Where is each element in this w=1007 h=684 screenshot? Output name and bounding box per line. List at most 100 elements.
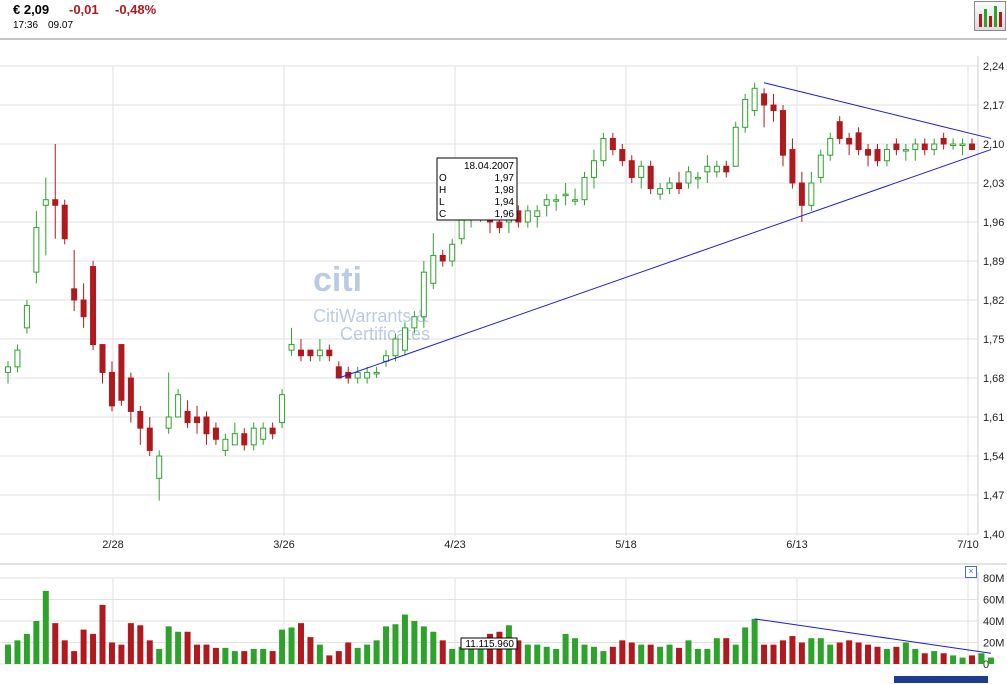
volume-bar (789, 636, 796, 664)
bar-chart-icon[interactable] (974, 1, 1006, 31)
volume-bar (600, 651, 607, 664)
volume-bar (562, 633, 569, 664)
volume-bar (175, 631, 182, 664)
quote-date: 09.07 (48, 20, 74, 31)
candle (364, 366, 371, 384)
volume-bar (316, 644, 323, 664)
quote-header: € 2,09 -0,01 -0,48% 17:36 09.07 (0, 0, 1007, 38)
candle-body (865, 149, 872, 156)
candle-body (553, 199, 560, 202)
candle (581, 171, 588, 206)
volume-bar (297, 623, 304, 664)
volume-bar (108, 642, 115, 664)
candle-body (874, 149, 881, 162)
candle (42, 177, 49, 256)
volume-bar (439, 640, 446, 664)
candle-body (146, 427, 153, 451)
candle-body (175, 394, 182, 418)
candle (184, 400, 191, 429)
volume-tooltip-value: 11.115.960 (465, 639, 514, 650)
candle-body (430, 254, 437, 284)
volume-tick-label: 20M (983, 638, 1004, 650)
volume-bar (751, 618, 758, 664)
candle-body (931, 143, 938, 151)
quote-time: 17:36 (13, 20, 39, 31)
volume-bar (855, 642, 862, 664)
volume-bar (779, 640, 786, 664)
volume-bar (23, 633, 30, 664)
volume-bar (534, 644, 541, 664)
candle (90, 261, 97, 351)
candle-body (23, 305, 30, 329)
candle-body (14, 349, 21, 368)
close-icon[interactable]: × (965, 566, 977, 578)
candle-body (127, 377, 134, 412)
volume-bar (846, 640, 853, 664)
candle (638, 160, 645, 189)
candle-body (883, 149, 890, 162)
candle-body (694, 176, 701, 180)
price-tick-label: 1,96 (983, 217, 1004, 229)
volume-chart[interactable]: 80M60M40M20M011.115.960 (0, 562, 1007, 684)
candle (950, 138, 957, 150)
price-tick-label: 2,10 (983, 139, 1004, 151)
volume-bar (609, 646, 616, 664)
candle (14, 344, 21, 373)
candle (534, 205, 541, 228)
candle-body (969, 143, 975, 151)
price-chart[interactable]: 2,24 2,17 2,10 2,03 1,96 1,89 1,82 1,75 1,68 1,61… (0, 40, 1007, 560)
price-change-percent: -0,48% (115, 2, 157, 17)
candle (61, 199, 68, 245)
candle (326, 344, 333, 362)
tooltip-value: 1,94 (495, 197, 515, 208)
volume-bar (430, 631, 437, 664)
volume-bar (373, 640, 380, 664)
candle (175, 389, 182, 418)
price-change: -0,01 (69, 2, 99, 17)
candle-body (940, 137, 947, 145)
candle (373, 366, 380, 378)
volume-bar (194, 644, 201, 664)
tooltip-label: L (439, 197, 445, 208)
volume-bar (184, 631, 191, 664)
candle-body (789, 149, 796, 184)
volume-bar (364, 644, 371, 664)
tooltip-value: 1,98 (495, 185, 515, 196)
candle-body (855, 132, 862, 151)
candle-body (61, 204, 68, 240)
candle-body (99, 344, 106, 373)
volume-bar (940, 653, 947, 664)
price-tick-label: 1,47 (983, 490, 1004, 502)
candle-body (165, 416, 172, 429)
volume-bar (761, 644, 768, 664)
volume-bar (619, 640, 626, 664)
candle (439, 249, 446, 267)
candle (562, 183, 569, 206)
candle (279, 389, 286, 429)
candle-body (619, 149, 626, 162)
candle (108, 361, 115, 412)
scroll-bar[interactable] (894, 676, 988, 683)
candle (260, 422, 267, 445)
volume-bar (969, 655, 975, 664)
volume-bar (912, 648, 919, 664)
volume-bar (127, 623, 134, 664)
date-tick-label: 3/26 (273, 539, 294, 551)
tooltip-label: O (439, 173, 447, 184)
tooltip-value: 1,96 (495, 209, 515, 220)
candle (288, 327, 295, 356)
volume-bar (572, 638, 579, 664)
candle (127, 372, 134, 423)
candle (354, 366, 361, 384)
candle-body (326, 349, 333, 357)
candle (713, 160, 720, 178)
candle (297, 339, 304, 362)
date-tick-label: 4/23 (444, 539, 465, 551)
candle (657, 183, 664, 200)
candle (307, 349, 314, 362)
volume-bar (524, 644, 531, 664)
candle (846, 132, 853, 156)
candle-body (732, 126, 739, 167)
volume-bar (827, 644, 834, 664)
candle-body (373, 371, 380, 375)
